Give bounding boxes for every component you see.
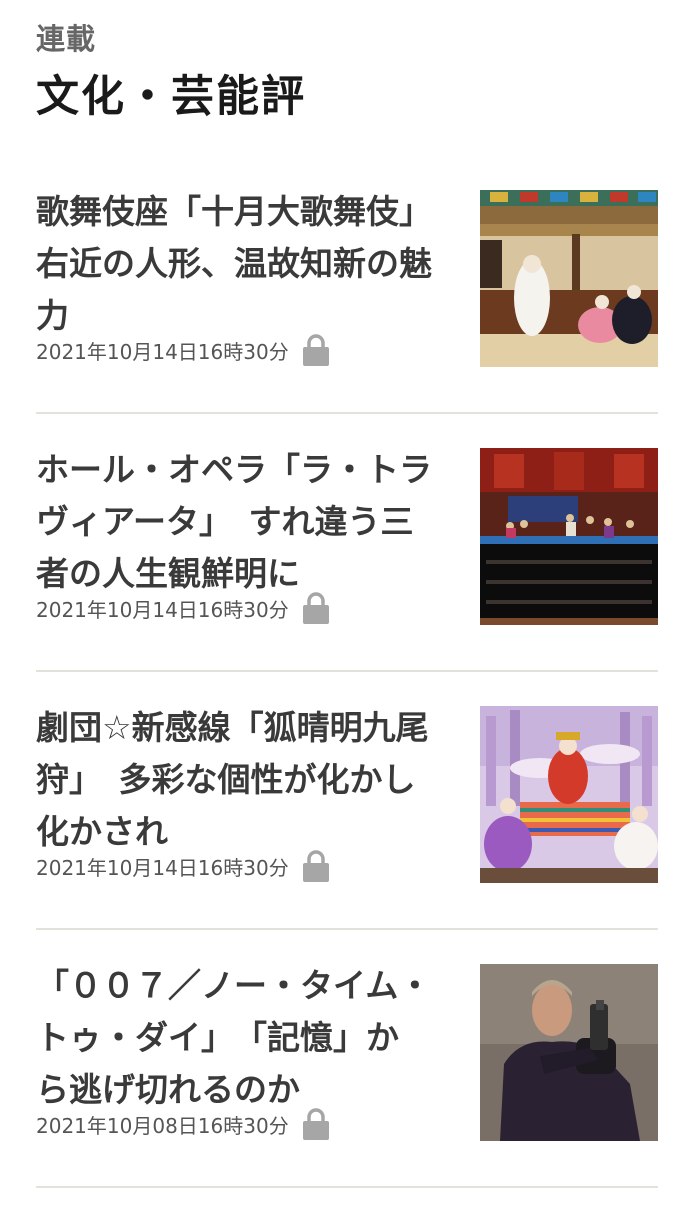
article-list: 歌舞伎座「十月大歌舞伎」 右近の人形、温故知新の魅 力 2021年10月14日1…: [36, 190, 658, 1222]
divider: [36, 1186, 658, 1188]
page: 連載 文化・芸能評 歌舞伎座「十月大歌舞伎」 右近の人形、温故知新の魅 力 20…: [0, 0, 693, 1200]
lock-icon: [302, 334, 329, 366]
divider: [36, 928, 658, 930]
article-date: 2021年10月14日16時30分: [36, 339, 289, 364]
article-thumbnail-opera[interactable]: [480, 448, 658, 625]
lock-icon: [302, 1108, 329, 1140]
article-date: 2021年10月14日16時30分: [36, 597, 289, 622]
article-title[interactable]: 劇団☆新感線「狐晴明九尾 狩」 多彩な個性が化かし 化かされ: [36, 702, 454, 858]
article-date: 2021年10月08日16時30分: [36, 1113, 289, 1138]
page-title: 文化・芸能評: [36, 72, 306, 122]
article-meta: 2021年10月08日16時30分: [36, 1104, 331, 1144]
article-title[interactable]: ホール・オペラ「ラ・トラ ヴィアータ」 すれ違う三 者の人生観鮮明に: [36, 444, 454, 600]
article-date: 2021年10月14日16時30分: [36, 855, 289, 880]
film-still-photo: [480, 964, 658, 1141]
divider: [36, 412, 658, 414]
opera-stage-photo: [480, 448, 658, 625]
article-title[interactable]: 「００７／ノー・タイム・ トゥ・ダイ」 「記憶」か ら逃げ切れるのか: [36, 960, 454, 1116]
article-item[interactable]: 劇団☆新感線「狐晴明九尾 狩」 多彩な個性が化かし 化かされ 2021年10月1…: [36, 706, 658, 964]
article-thumbnail-film[interactable]: [480, 964, 658, 1141]
article-item[interactable]: ホール・オペラ「ラ・トラ ヴィアータ」 すれ違う三 者の人生観鮮明に 2021年…: [36, 448, 658, 706]
divider: [36, 670, 658, 672]
article-meta: 2021年10月14日16時30分: [36, 846, 331, 886]
theater-stage-photo: [480, 706, 658, 883]
article-item[interactable]: 「００７／ノー・タイム・ トゥ・ダイ」 「記憶」か ら逃げ切れるのか 2021年…: [36, 964, 658, 1222]
article-item[interactable]: 歌舞伎座「十月大歌舞伎」 右近の人形、温故知新の魅 力 2021年10月14日1…: [36, 190, 658, 448]
article-thumbnail-kabuki[interactable]: [480, 190, 658, 367]
article-title[interactable]: 歌舞伎座「十月大歌舞伎」 右近の人形、温故知新の魅 力: [36, 186, 454, 342]
series-label: 連載: [36, 22, 97, 56]
article-meta: 2021年10月14日16時30分: [36, 588, 331, 628]
lock-icon: [302, 850, 329, 882]
article-thumbnail-theater[interactable]: [480, 706, 658, 883]
lock-icon: [302, 592, 329, 624]
kabuki-stage-photo: [480, 190, 658, 367]
article-meta: 2021年10月14日16時30分: [36, 330, 331, 370]
